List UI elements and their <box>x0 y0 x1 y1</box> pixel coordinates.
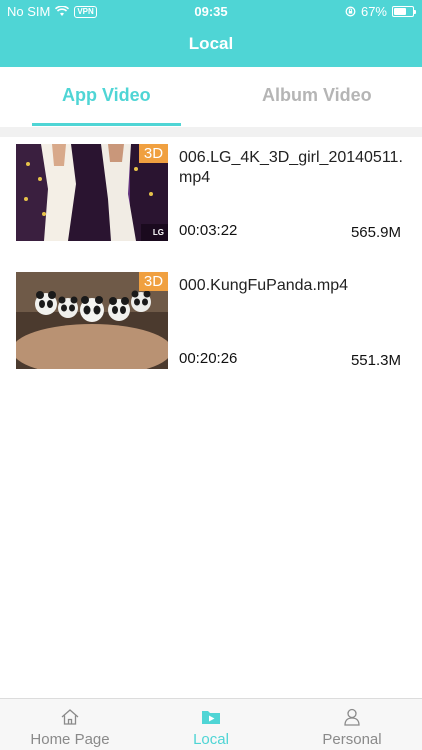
person-icon <box>344 708 360 726</box>
video-filename: 006.LG_4K_3D_girl_20140511.mp4 <box>179 149 403 186</box>
tab-app-video[interactable]: App Video <box>62 85 151 106</box>
video-duration: 00:03:22 <box>179 222 238 239</box>
header: No SIM VPN 09:35 67% Local <box>0 0 422 67</box>
video-size: 565.9M <box>350 224 401 241</box>
nav-personal[interactable]: Personal <box>282 699 422 750</box>
nav-label-personal: Personal <box>322 731 382 748</box>
status-bar: No SIM VPN 09:35 67% <box>0 0 422 22</box>
tab-album-video[interactable]: Album Video <box>262 85 372 106</box>
battery-icon <box>392 6 416 17</box>
section-divider <box>0 127 422 137</box>
3d-badge: 3D <box>139 272 168 291</box>
tab-bar: App Video Album Video <box>0 67 422 127</box>
lg-watermark: LG <box>152 228 164 237</box>
video-list-item[interactable]: 3D LG 006.LG_4K_3D_girl_20140511.mp4 00:… <box>0 144 422 244</box>
nav-label-local: Local <box>193 731 229 748</box>
video-filename: 000.KungFuPanda.mp4 <box>179 277 349 294</box>
video-duration: 00:20:26 <box>179 350 238 367</box>
video-list-item[interactable]: 3D 000.KungFuPanda.mp4 00:20:26 551.3M <box>0 272 422 372</box>
video-size: 551.3M <box>350 352 401 369</box>
tab-indicator <box>32 123 181 126</box>
battery-percent: 67% <box>360 4 387 19</box>
home-icon <box>61 709 79 725</box>
video-thumbnail[interactable]: 3D LG <box>16 144 168 241</box>
nav-local[interactable]: Local <box>141 699 281 750</box>
nav-home[interactable]: Home Page <box>0 699 140 750</box>
video-thumbnail[interactable]: 3D <box>16 272 168 369</box>
bottom-nav: Home Page Local Personal <box>0 698 422 750</box>
orientation-lock-icon <box>345 6 356 17</box>
nav-label-home: Home Page <box>30 731 110 748</box>
battery-level <box>394 8 406 15</box>
3d-badge: 3D <box>139 144 168 163</box>
page-title: Local <box>188 34 234 53</box>
video-folder-icon <box>202 711 220 724</box>
